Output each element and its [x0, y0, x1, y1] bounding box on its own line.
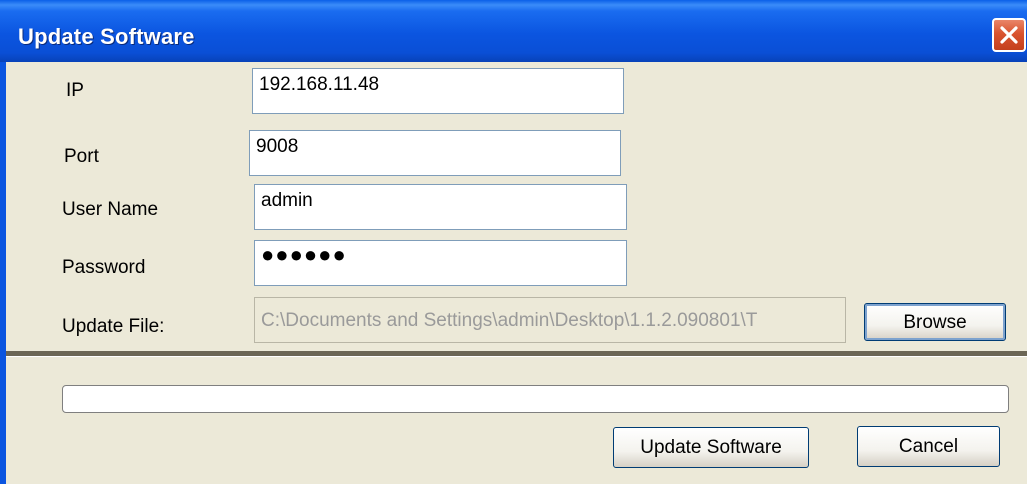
username-field[interactable]: admin: [254, 184, 627, 230]
update-software-button[interactable]: Update Software: [613, 427, 809, 468]
update-software-dialog: Update Software IP 192.168.11.48 Port 90…: [0, 0, 1027, 484]
separator: [6, 351, 1027, 357]
browse-button[interactable]: Browse: [864, 303, 1006, 341]
close-button[interactable]: [992, 18, 1026, 52]
update-software-button-label: Update Software: [640, 437, 782, 458]
title-bar[interactable]: Update Software: [0, 0, 1027, 62]
window-title: Update Software: [18, 24, 195, 49]
ip-field[interactable]: 192.168.11.48: [252, 68, 624, 114]
port-field[interactable]: 9008: [249, 130, 621, 176]
username-label: User Name: [62, 199, 159, 220]
browse-button-label: Browse: [903, 312, 967, 333]
update-file-path-field: C:\Documents and Settings\admin\Desktop\…: [254, 297, 846, 343]
cancel-button-label: Cancel: [898, 436, 959, 457]
ip-label: IP: [66, 80, 84, 101]
port-label: Port: [64, 146, 99, 167]
password-field[interactable]: ●●●●●●: [254, 240, 627, 286]
close-icon: [1000, 26, 1018, 44]
window-border: [0, 62, 6, 484]
update-progress-bar: [62, 385, 1009, 413]
password-label: Password: [62, 257, 146, 278]
update-file-label: Update File:: [62, 316, 165, 337]
cancel-button[interactable]: Cancel: [857, 426, 1000, 467]
